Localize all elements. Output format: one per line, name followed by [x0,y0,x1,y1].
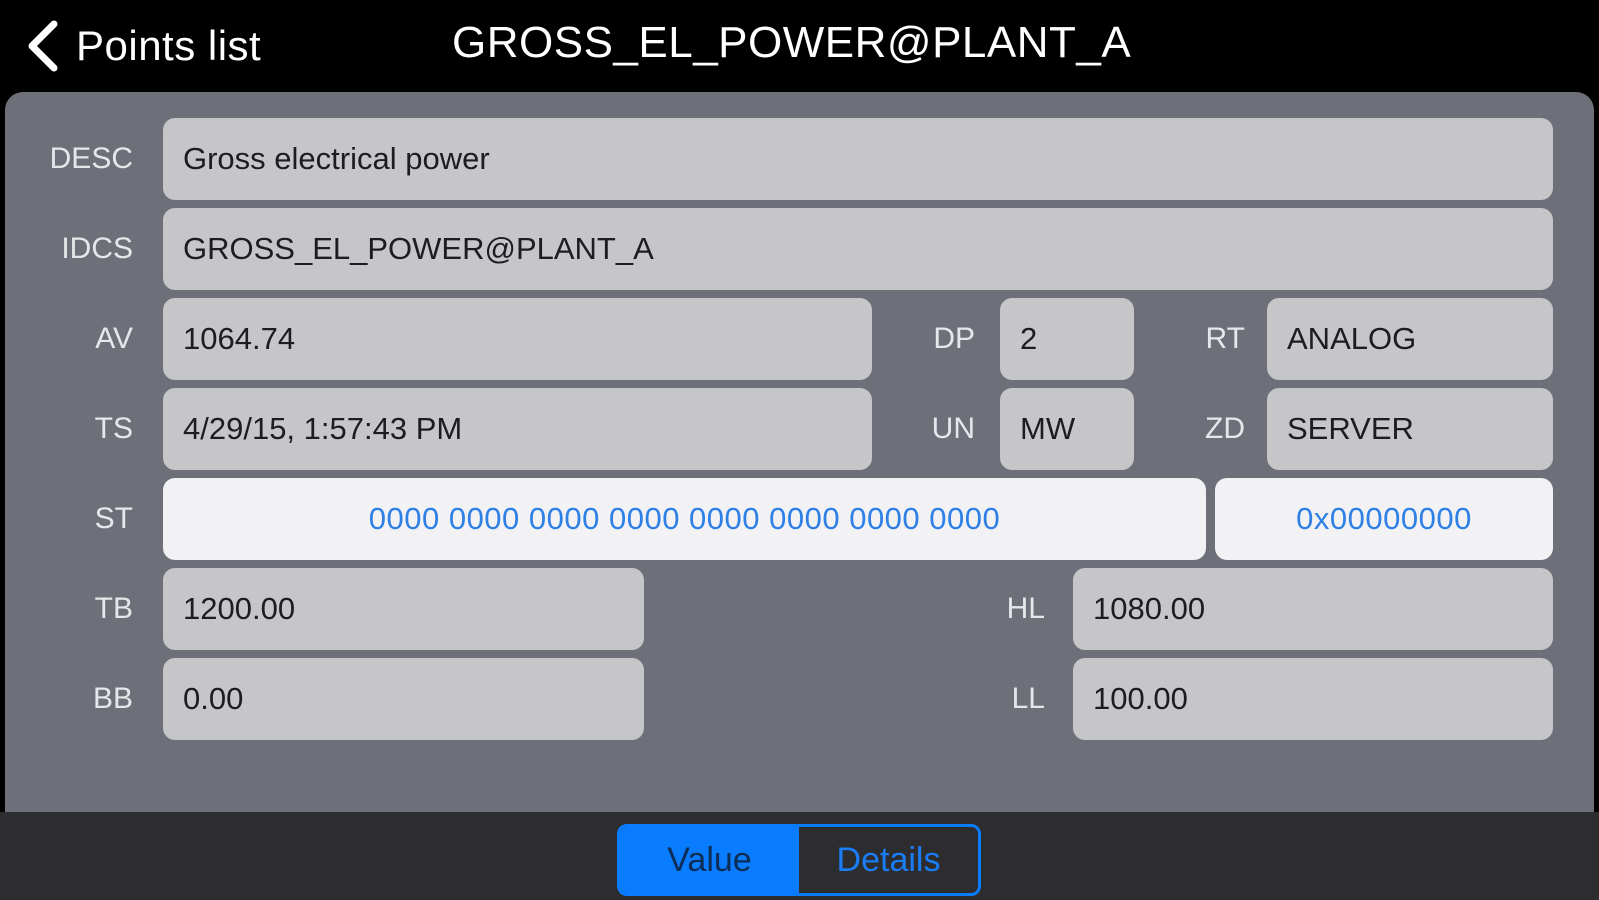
hl-field[interactable]: 1080.00 [1073,568,1553,650]
rt-field[interactable]: ANALOG [1267,298,1553,380]
tb-field[interactable]: 1200.00 [163,568,644,650]
bb-label: BB [92,682,133,715]
dp-label: DP [933,322,975,355]
chevron-left-icon [28,20,58,72]
desc-label: DESC [49,142,133,175]
navigation-bar: Points list GROSS_EL_POWER@PLANT_A [0,0,1599,92]
segment-details[interactable]: Details [799,827,978,893]
page-title: GROSS_EL_POWER@PLANT_A [452,18,1132,67]
idcs-field[interactable]: GROSS_EL_POWER@PLANT_A [163,208,1553,290]
rt-label: RT [1205,322,1245,355]
tb-label: TB [94,592,133,625]
back-button-label: Points list [76,22,262,69]
zd-field[interactable]: SERVER [1267,388,1553,470]
st-hex-button[interactable]: 0x00000000 [1215,478,1553,560]
av-label: AV [95,322,133,355]
un-label: UN [931,412,975,445]
segment-value[interactable]: Value [620,827,799,893]
point-details-panel: DESC Gross electrical power IDCS GROSS_E… [5,92,1594,812]
view-segmented-control: Value Details [617,824,981,896]
bb-field[interactable]: 0.00 [163,658,644,740]
st-label: ST [94,502,133,535]
back-button[interactable]: Points list [22,14,261,78]
bottom-toolbar: Value Details [0,812,1599,900]
st-bits-button[interactable]: 0000 0000 0000 0000 0000 0000 0000 0000 [163,478,1206,560]
ts-label: TS [94,412,133,445]
desc-field[interactable]: Gross electrical power [163,118,1553,200]
dp-field[interactable]: 2 [1000,298,1134,380]
un-field[interactable]: MW [1000,388,1134,470]
idcs-label: IDCS [61,232,133,265]
ll-field[interactable]: 100.00 [1073,658,1553,740]
hl-label: HL [1006,592,1045,625]
av-field[interactable]: 1064.74 [163,298,872,380]
zd-label: ZD [1205,412,1245,445]
ts-field[interactable]: 4/29/15, 1:57:43 PM [163,388,872,470]
ll-label: LL [1011,682,1045,715]
